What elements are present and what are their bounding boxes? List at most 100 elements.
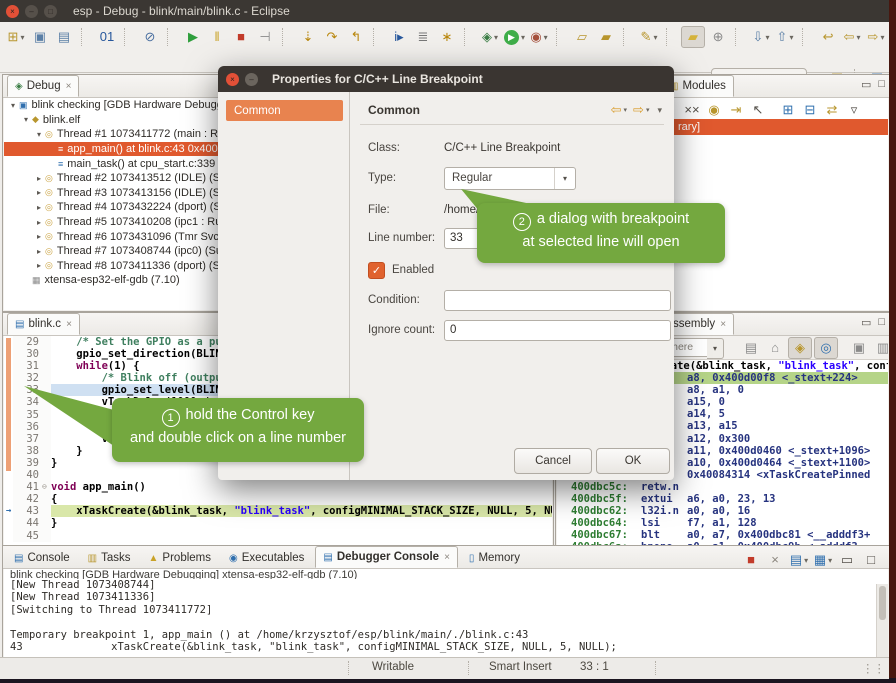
code-text[interactable] [51, 530, 552, 542]
maximize-console-icon[interactable]: □ [860, 550, 882, 570]
line-number[interactable]: 40 [13, 469, 42, 481]
line-number[interactable]: 33 [13, 384, 42, 396]
dropdown-arrow-icon[interactable]: ▾ [856, 33, 860, 42]
dropdown-arrow-icon[interactable]: ▾ [653, 33, 657, 42]
console-scrollbar[interactable] [876, 584, 888, 657]
line-number[interactable]: 39 [13, 457, 42, 469]
tab-memory[interactable]: ▯Memory [462, 548, 527, 568]
prev-annotation-icon[interactable]: ⇧▾ [774, 27, 796, 47]
line-number[interactable]: 36 [13, 421, 42, 433]
suspend-icon[interactable]: ‖ [206, 27, 228, 47]
fold-marker-icon[interactable]: ⊖ [42, 481, 51, 493]
ok-button[interactable]: OK [596, 448, 670, 474]
ignore-count-input[interactable]: 0 [444, 320, 671, 341]
maximize-view-icon[interactable]: □ [878, 316, 885, 329]
tree-expander-icon[interactable]: ▸ [34, 174, 44, 183]
dropdown-arrow-icon[interactable]: ▾ [20, 33, 24, 42]
search-icon[interactable]: ✎▾ [638, 27, 660, 47]
show-threads-icon[interactable]: ≣ [412, 27, 434, 47]
last-edit-location-icon[interactable]: ↩ [817, 27, 839, 47]
line-number[interactable]: 34 [13, 396, 42, 408]
run-icon[interactable]: ▶▾ [503, 27, 526, 47]
tab-blink-c[interactable]: ▤ blink.c × [7, 313, 80, 335]
terminate-console-icon[interactable]: ■ [740, 550, 762, 570]
step-return-icon[interactable]: ↰ [345, 27, 367, 47]
load-symbols-icon[interactable]: ◉ [703, 100, 725, 120]
instruction-stepping-icon[interactable]: i▸ [388, 27, 410, 47]
tab-debugger-console[interactable]: ▤Debugger Console× [315, 546, 458, 568]
line-number[interactable]: 37 [13, 433, 42, 445]
open-console-icon[interactable]: ▦▾ [812, 550, 834, 570]
display-selected-console-icon[interactable]: ▤▾ [788, 550, 810, 570]
profile-icon[interactable]: ◉▾ [528, 27, 550, 47]
close-tab-icon[interactable]: × [66, 319, 72, 330]
nav-item-common[interactable]: Common [226, 100, 343, 121]
home-icon[interactable]: ⌂ [764, 338, 786, 358]
tree-expander-icon[interactable]: ▸ [34, 261, 44, 270]
minimize-view-icon[interactable]: ▭ [861, 78, 871, 91]
disassembly-line[interactable]: 400dbc5f:extuia6, a0, 23, 13 [557, 493, 888, 505]
tab-console[interactable]: ▤Console [7, 548, 77, 568]
disassembly-line[interactable]: 400dbc62:l32i.na0, a0, 16 [557, 505, 888, 517]
window-close-icon[interactable]: × [6, 5, 19, 18]
step-filters-icon[interactable]: ∗ [436, 27, 458, 47]
line-number[interactable]: 29 [13, 336, 42, 348]
expand-all-icon[interactable]: ⊞ [777, 100, 799, 120]
window-maximize-icon[interactable]: □ [44, 5, 57, 18]
back-icon[interactable]: ⇦▾ [841, 27, 863, 47]
tab-tasks[interactable]: ▥Tasks [81, 548, 138, 568]
dialog-titlebar[interactable]: × – Properties for C/C++ Line Breakpoint [218, 66, 674, 92]
remove-all-modules-icon[interactable]: ×× [681, 100, 703, 120]
disassembly-line[interactable]: 400dbc5c:retw.n [557, 481, 888, 493]
load-all-symbols-icon[interactable]: ⇥ [725, 100, 747, 120]
tree-expander-icon[interactable]: ▸ [34, 232, 44, 241]
step-into-icon[interactable]: ⇣ [297, 27, 319, 47]
dropdown-arrow-icon[interactable]: ▾ [789, 33, 793, 42]
tree-expander-icon[interactable]: ▸ [34, 188, 44, 197]
dialog-minimize-icon[interactable]: – [245, 73, 258, 86]
forward-icon[interactable]: ⇨▾ [865, 27, 887, 47]
show-opcodes-icon[interactable]: ◈ [788, 337, 812, 359]
dropdown-arrow-icon[interactable]: ▾ [494, 33, 498, 42]
window-titlebar[interactable]: × – □ esp - Debug - blink/main/blink.c -… [0, 0, 889, 22]
line-number[interactable]: 42 [13, 493, 42, 505]
code-text[interactable]: } [51, 517, 552, 529]
view-menu-icon[interactable]: ▿ [843, 100, 865, 120]
remove-launch-icon[interactable]: × [764, 550, 786, 570]
minimize-console-icon[interactable]: ▭ [836, 550, 858, 570]
line-number[interactable]: 45 [13, 530, 42, 542]
enabled-checkbox[interactable]: ✓ [368, 262, 385, 279]
maximize-view-icon[interactable]: □ [878, 78, 885, 91]
disassembly-line[interactable]: 400dbc67:blta0, a7, 0x400dbc81 <__adddf3… [557, 529, 888, 541]
toggle-highlight-icon[interactable]: ▰ [681, 26, 705, 48]
back-dropdown-icon[interactable]: ▾ [624, 106, 628, 114]
cursor-mode-icon[interactable]: ↖ [747, 100, 769, 120]
console-output[interactable]: [New Thread 1073408744][New Thread 10734… [4, 579, 877, 657]
open-file-icon[interactable]: ▱ [571, 27, 593, 47]
statusbar-grip[interactable]: ⋮⋮ [862, 661, 885, 675]
resume-icon[interactable]: ▶ [182, 27, 204, 47]
new-wizard-icon[interactable]: ⊞▾ [5, 27, 27, 47]
open-new-view-icon[interactable]: ▣ [848, 338, 870, 358]
disassembly-line[interactable]: 400dbc64:lsif7, a1, 128 [557, 517, 888, 529]
type-dropdown[interactable]: Regular ▾ [444, 167, 576, 190]
line-number[interactable]: 31 [13, 360, 42, 372]
line-number[interactable]: 43 [13, 505, 42, 517]
link-with-debug-icon[interactable]: ⇄ [821, 100, 843, 120]
line-number[interactable]: 41 [13, 481, 42, 493]
line-number[interactable]: 32 [13, 372, 42, 384]
line-number[interactable]: 30 [13, 348, 42, 360]
code-text[interactable]: { [51, 493, 552, 505]
dropdown-arrow-icon[interactable]: ▾ [765, 33, 769, 42]
line-number[interactable]: 38 [13, 445, 42, 457]
save-icon[interactable]: ▣ [29, 27, 51, 47]
tree-expander-icon[interactable]: ▸ [34, 203, 44, 212]
tree-expander-icon[interactable]: ▸ [34, 218, 44, 227]
tree-expander-icon[interactable]: ▾ [34, 130, 44, 139]
dropdown-arrow-icon[interactable]: ▾ [828, 556, 832, 565]
gray-doc-icon[interactable]: ▤ [740, 338, 762, 358]
disconnect-icon[interactable]: ⊣ [254, 27, 276, 47]
tab-debug[interactable]: ◈ Debug × [7, 75, 79, 97]
tab-problems[interactable]: ▲Problems [142, 548, 218, 568]
dialog-close-icon[interactable]: × [226, 73, 239, 86]
